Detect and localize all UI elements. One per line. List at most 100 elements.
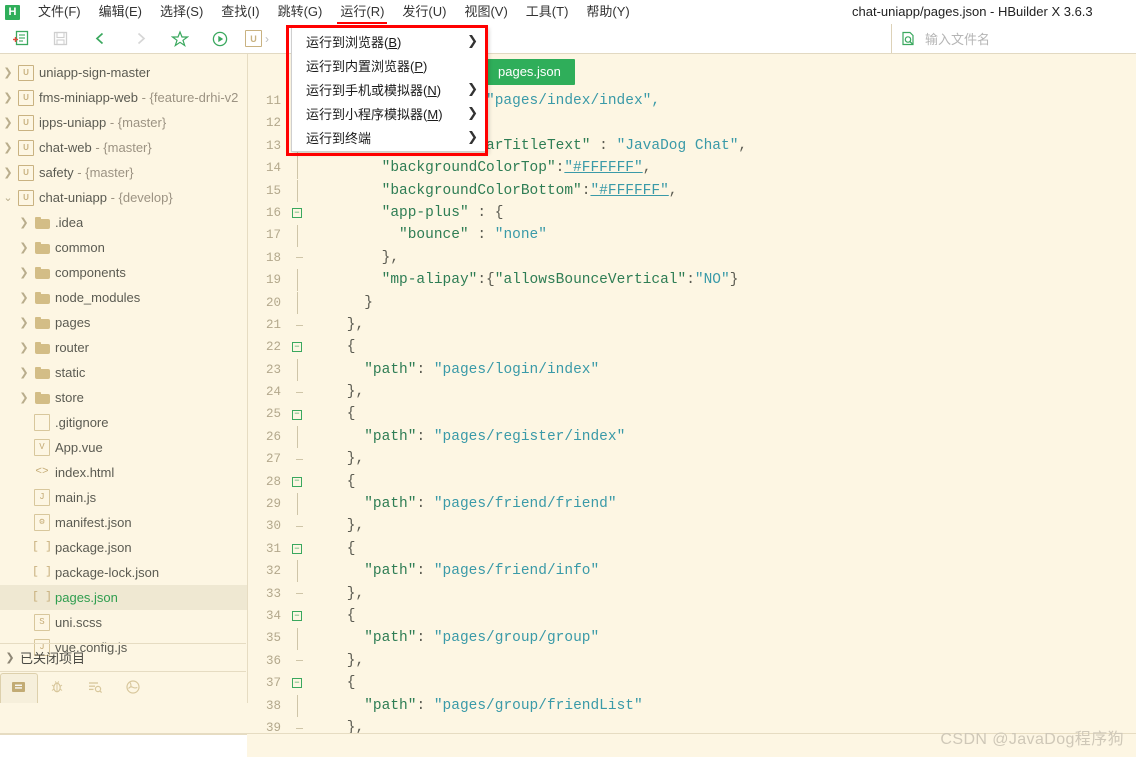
project-explorer-tab[interactable] (0, 673, 38, 703)
fold-gutter[interactable] (288, 179, 306, 202)
fold-gutter[interactable]: − (288, 678, 306, 689)
fold-collapse-icon[interactable]: − (292, 678, 302, 689)
closed-projects-row[interactable]: ❯ 已关闭项目 (0, 643, 246, 671)
run-menu-item-1[interactable]: 运行到浏览器(B) ❯ (292, 29, 486, 53)
project-row[interactable]: ❯ Uuniapp-sign-master (0, 60, 247, 85)
project-row[interactable]: ❯ Uipps-uniapp - {master} (0, 110, 247, 135)
fold-gutter[interactable] (288, 426, 306, 449)
menu-4[interactable]: 查找(I) (212, 0, 268, 24)
folder-row[interactable]: ❯ router (0, 335, 247, 360)
star-icon[interactable] (160, 24, 200, 53)
fold-gutter[interactable] (288, 291, 306, 314)
fold-gutter[interactable]: − (288, 476, 306, 487)
fold-gutter[interactable] (288, 526, 306, 528)
run-dropdown-menu[interactable]: 运行到浏览器(B) ❯ 运行到内置浏览器(P) 运行到手机或模拟器(N) ❯ 运行到小程序… (291, 26, 487, 152)
fold-gutter[interactable] (288, 560, 306, 583)
fold-collapse-icon[interactable]: − (292, 476, 302, 487)
save-icon[interactable] (40, 24, 80, 53)
project-tree[interactable]: ❯ Uuniapp-sign-master ❯ Ufms-miniapp-web - … (0, 54, 247, 660)
sidebar-bottom-tabs[interactable] (0, 671, 246, 703)
fold-gutter[interactable] (288, 257, 306, 259)
fold-collapse-icon[interactable]: − (292, 342, 302, 353)
project-row[interactable]: ❯ Ufms-miniapp-web - {feature-drhi-v2 (0, 85, 247, 110)
folder-row[interactable]: ❯ components (0, 260, 247, 285)
menu-3[interactable]: 选择(S) (151, 0, 212, 24)
menu-1[interactable]: 文件(F) (29, 0, 90, 24)
file-row[interactable]: <> index.html (0, 460, 247, 485)
chevron-down-icon[interactable]: ⌄ (0, 191, 16, 204)
fold-collapse-icon[interactable]: − (292, 544, 302, 554)
fold-gutter[interactable] (288, 627, 306, 650)
folder-row[interactable]: ❯ static (0, 360, 247, 385)
chevron-right-icon[interactable]: ❯ (16, 266, 32, 279)
fold-collapse-icon[interactable]: − (292, 409, 302, 420)
fold-gutter[interactable] (288, 358, 306, 381)
file-row[interactable]: V App.vue (0, 435, 247, 460)
project-row[interactable]: ⌄ Uchat-uniapp - {develop} (0, 185, 247, 210)
folder-row[interactable]: ❯ common (0, 235, 247, 260)
file-row[interactable]: .gitignore (0, 410, 247, 435)
menu-10[interactable]: 帮助(Y) (577, 0, 638, 24)
fold-gutter[interactable]: − (288, 208, 306, 219)
menu-5[interactable]: 跳转(G) (269, 0, 332, 24)
fold-gutter[interactable] (288, 269, 306, 292)
chevron-right-icon[interactable]: ❯ (0, 116, 16, 129)
fold-gutter[interactable] (288, 458, 306, 460)
fold-gutter[interactable] (288, 157, 306, 180)
fold-gutter[interactable] (288, 391, 306, 393)
chevron-right-icon[interactable]: ❯ (16, 341, 32, 354)
run-menu-item-2[interactable]: 运行到内置浏览器(P) (292, 53, 486, 77)
back-arrow-icon[interactable] (80, 24, 120, 53)
fold-gutter[interactable]: − (288, 409, 306, 420)
outline-tab[interactable] (76, 673, 114, 703)
menu-2[interactable]: 编辑(E) (90, 0, 151, 24)
chevron-right-icon[interactable]: ❯ (0, 91, 16, 104)
project-row[interactable]: ❯ Uchat-web - {master} (0, 135, 247, 160)
forward-arrow-icon[interactable] (120, 24, 160, 53)
chevron-right-icon[interactable]: ❯ (16, 316, 32, 329)
fold-gutter[interactable] (288, 694, 306, 717)
run-menu-item-4[interactable]: 运行到小程序模拟器(M) ❯ (292, 101, 486, 125)
menu-9[interactable]: 工具(T) (517, 0, 578, 24)
run-menu-item-5[interactable]: 运行到终端 ❯ (292, 125, 486, 149)
chevron-right-icon[interactable]: ❯ (16, 216, 32, 229)
tab-pages-json[interactable]: pages.json (484, 59, 575, 85)
fold-gutter[interactable] (288, 727, 306, 729)
fold-gutter[interactable] (288, 593, 306, 595)
folder-row[interactable]: ❯ .idea (0, 210, 247, 235)
cloud-tab[interactable] (114, 673, 152, 703)
fold-gutter[interactable] (288, 493, 306, 516)
fold-gutter[interactable]: − (288, 342, 306, 353)
fold-gutter[interactable] (288, 224, 306, 247)
fold-collapse-icon[interactable]: − (292, 611, 302, 622)
folder-row[interactable]: ❯ node_modules (0, 285, 247, 310)
project-row[interactable]: ❯ Usafety - {master} (0, 160, 247, 185)
fold-gutter[interactable]: − (288, 544, 306, 554)
folder-row[interactable]: ❯ store (0, 385, 247, 410)
file-row[interactable]: Suni.scss (0, 610, 247, 635)
chevron-right-icon[interactable]: ❯ (16, 291, 32, 304)
menu-7[interactable]: 发行(U) (393, 0, 455, 24)
chevron-right-icon[interactable]: ❯ (0, 66, 16, 79)
debug-tab[interactable] (38, 673, 76, 703)
file-row[interactable]: ⚙ manifest.json (0, 510, 247, 535)
uniapp-chip-icon[interactable]: U › (240, 24, 274, 53)
file-row[interactable]: Jmain.js (0, 485, 247, 510)
fold-collapse-icon[interactable]: − (292, 208, 302, 219)
run-play-icon[interactable] (200, 24, 240, 53)
chevron-right-icon[interactable]: ❯ (0, 141, 16, 154)
run-menu-item-3[interactable]: 运行到手机或模拟器(N) ❯ (292, 77, 486, 101)
file-search-box[interactable]: 输入文件名 (891, 24, 1136, 53)
menu-6[interactable]: 运行(R) (331, 0, 393, 24)
folder-row[interactable]: ❯ pages (0, 310, 247, 335)
new-file-icon[interactable] (0, 24, 40, 53)
code-view[interactable]: 11 "pages/index/index",1213 "navigationB… (248, 90, 1136, 734)
fold-gutter[interactable]: − (288, 611, 306, 622)
chevron-right-icon[interactable]: ❯ (0, 166, 16, 179)
chevron-right-icon[interactable]: ❯ (16, 366, 32, 379)
chevron-right-icon[interactable]: ❯ (16, 391, 32, 404)
file-row[interactable]: [ ] pages.json (0, 585, 247, 610)
menu-8[interactable]: 视图(V) (455, 0, 516, 24)
file-row[interactable]: [ ] package.json (0, 535, 247, 560)
fold-gutter[interactable] (288, 324, 306, 326)
